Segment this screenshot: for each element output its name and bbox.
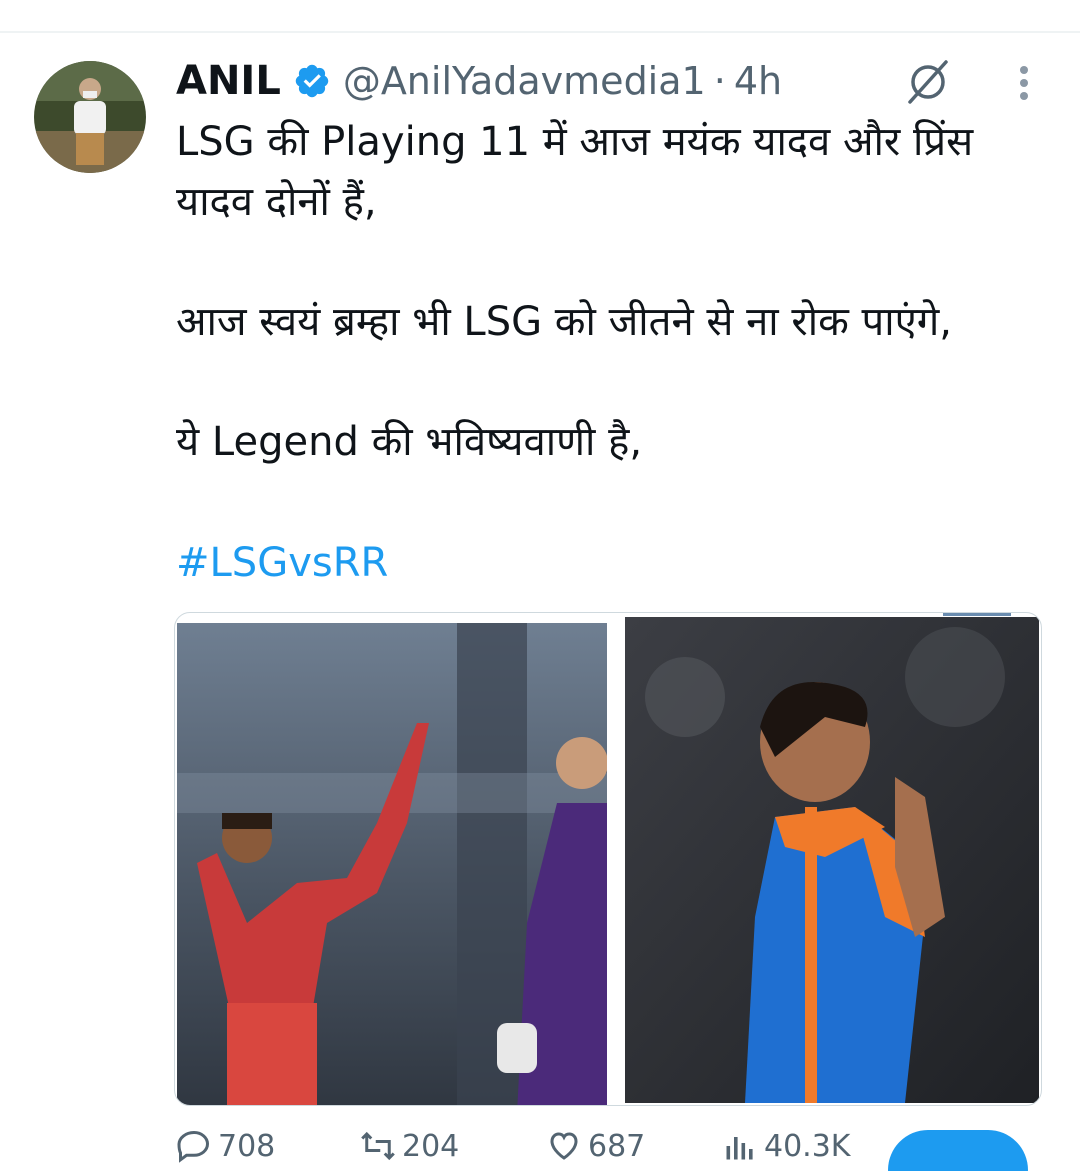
views-icon (726, 1137, 753, 1160)
more-options-icon[interactable] (1008, 64, 1040, 104)
repost-count: 204 (402, 1128, 460, 1164)
media-image-bowler-celebrating[interactable] (177, 623, 608, 1105)
tweet-header: ANIL @AnilYadavmedia1 · 4h (176, 56, 782, 106)
avatar[interactable] (34, 61, 146, 173)
grok-icon[interactable] (904, 58, 952, 106)
verified-badge-icon (293, 62, 331, 100)
tweet-paragraph: ये Legend की भविष्यवाणी है, (176, 419, 643, 465)
tweet-paragraph: LSG की Playing 11 में आज मयंक यादव और प्… (176, 119, 974, 225)
repost-icon (361, 1131, 395, 1161)
like-count: 687 (588, 1128, 646, 1164)
separator-dot: · (713, 59, 726, 103)
repost-button[interactable]: 204 (360, 1128, 459, 1164)
hashtag-link[interactable]: #LSGvsRR (176, 540, 388, 586)
tweet-paragraph: आज स्वयं ब्रम्हा भी LSG को जीतने से ना र… (176, 299, 952, 345)
tweet-text: LSG की Playing 11 में आज मयंक यादव और प्… (176, 112, 1046, 472)
media-image-bowler-praying[interactable] (625, 617, 1039, 1103)
image-indicator (943, 613, 1011, 616)
display-name[interactable]: ANIL (176, 58, 281, 104)
reply-count: 708 (218, 1128, 276, 1164)
avatar-image (34, 61, 146, 173)
reply-button[interactable]: 708 (176, 1128, 275, 1164)
views-button[interactable]: 40.3K (722, 1128, 850, 1164)
timestamp[interactable]: 4h (734, 59, 782, 103)
like-button[interactable]: 687 (546, 1128, 645, 1164)
compose-fab-button[interactable] (888, 1130, 1028, 1171)
tweet-page: ANIL @AnilYadavmedia1 · 4h LSG की Playin… (0, 0, 1080, 1171)
reply-icon (177, 1130, 210, 1163)
views-count: 40.3K (764, 1128, 851, 1164)
divider (0, 31, 1080, 33)
media-grid (174, 612, 1042, 1106)
heart-icon (550, 1132, 578, 1160)
user-handle[interactable]: @AnilYadavmedia1 (343, 59, 706, 103)
